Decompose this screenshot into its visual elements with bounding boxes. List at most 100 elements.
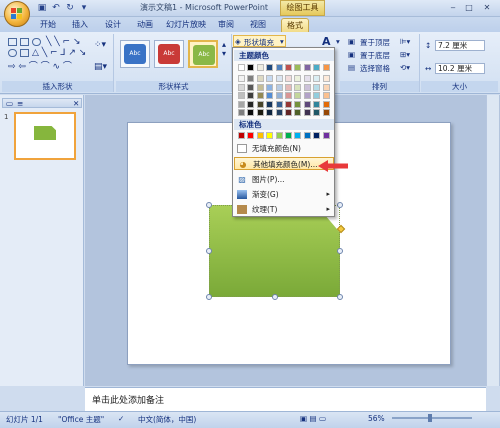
selection-pane-icon[interactable]: ▤ [348, 63, 355, 72]
theme-color-swatch[interactable] [275, 100, 283, 108]
standard-color-swatch[interactable] [322, 132, 330, 139]
standard-color-swatch[interactable] [285, 132, 292, 139]
tab-home[interactable]: 开始 [36, 18, 60, 32]
edit-shape-icon[interactable]: ⁘▾ [94, 40, 106, 50]
theme-color-swatch[interactable] [275, 83, 283, 91]
zoom-thumb[interactable] [428, 414, 432, 422]
theme-color-swatch[interactable] [256, 75, 264, 82]
resize-handle[interactable] [337, 202, 343, 208]
zoom-slider[interactable] [392, 417, 472, 419]
theme-color-swatch[interactable] [322, 109, 330, 116]
theme-color-swatch[interactable] [285, 64, 292, 71]
theme-color-swatch[interactable] [238, 75, 245, 82]
theme-color-swatch[interactable] [275, 64, 283, 71]
theme-color-swatch[interactable] [238, 109, 245, 116]
tab-review[interactable]: 审阅 [214, 18, 238, 32]
theme-color-swatch[interactable] [256, 109, 264, 116]
arrow-shapes-icon[interactable]: ⇨ ⇦ ⌒ ⌒ ∿ ⌒ [8, 59, 72, 72]
rect-shape-icon[interactable] [8, 38, 17, 46]
theme-color-swatch[interactable] [303, 92, 311, 99]
theme-color-swatch[interactable] [275, 109, 283, 116]
theme-color-swatch[interactable] [256, 100, 264, 108]
theme-color-swatch[interactable] [238, 100, 245, 108]
theme-color-swatch[interactable] [285, 100, 292, 108]
theme-color-swatch[interactable] [238, 83, 245, 91]
theme-color-swatch[interactable] [322, 75, 330, 82]
theme-color-swatch[interactable] [303, 83, 311, 91]
theme-color-swatch[interactable] [285, 109, 292, 116]
tab-animation[interactable]: 动画 [133, 18, 157, 32]
theme-color-swatch[interactable] [266, 64, 274, 71]
theme-color-swatch[interactable] [313, 92, 321, 99]
shape-fill-button[interactable]: ◈ 形状填充 ▾ [233, 35, 286, 47]
close-icon[interactable]: ✕ [480, 2, 494, 14]
resize-handle[interactable] [206, 294, 212, 300]
text-box-icon[interactable]: ▤▾ [94, 62, 107, 72]
send-back-label[interactable]: 置于底层 [360, 50, 390, 61]
theme-color-swatch[interactable] [313, 83, 321, 91]
theme-color-swatch[interactable] [247, 109, 255, 116]
tab-insert[interactable]: 插入 [68, 18, 92, 32]
theme-color-swatch[interactable] [275, 75, 283, 82]
theme-color-swatch[interactable] [256, 64, 264, 71]
zoom-level[interactable]: 56% [368, 414, 385, 423]
theme-color-swatch[interactable] [266, 83, 274, 91]
theme-color-swatch[interactable] [266, 92, 274, 99]
shape-style-green[interactable]: Abc [188, 40, 218, 68]
standard-color-swatch[interactable] [275, 132, 283, 139]
rect-shape-icon[interactable] [20, 38, 29, 46]
outline-tab-icon[interactable]: ≡ [17, 99, 23, 108]
shape-style-blue[interactable]: Abc [120, 40, 150, 68]
minimize-icon[interactable]: ‒ [446, 2, 460, 14]
standard-color-swatch[interactable] [247, 132, 255, 139]
menu-texture[interactable]: 纹理(T) ▸ [234, 203, 334, 216]
theme-color-swatch[interactable] [285, 83, 292, 91]
standard-color-swatch[interactable] [303, 132, 311, 139]
triangle-shape-icon[interactable]: △ ╲ ⌐ ⅃ ↗ ↘ [32, 48, 86, 58]
theme-color-swatch[interactable] [322, 92, 330, 99]
resize-handle[interactable] [206, 202, 212, 208]
theme-color-swatch[interactable] [275, 92, 283, 99]
menu-no-fill[interactable]: 无填充颜色(N) [234, 142, 334, 155]
office-button[interactable] [4, 1, 30, 27]
standard-color-swatch[interactable] [238, 132, 245, 139]
standard-color-swatch[interactable] [294, 132, 302, 139]
rotate-icon[interactable]: ⟲▾ [400, 63, 410, 72]
width-input[interactable]: 10.2 厘米 [435, 63, 485, 74]
theme-color-swatch[interactable] [303, 64, 311, 71]
pane-tabs[interactable]: ▭ ≡ ✕ [2, 98, 82, 108]
theme-color-swatch[interactable] [285, 75, 292, 82]
bring-front-icon[interactable]: ▣ [348, 37, 355, 46]
spell-check-icon[interactable]: ✓ [118, 414, 124, 423]
theme-color-swatch[interactable] [285, 92, 292, 99]
theme-color-swatch[interactable] [303, 109, 311, 116]
theme-color-swatch[interactable] [294, 83, 302, 91]
line-shape-icon[interactable]: ╲ ╲ ⌐ ↘ [46, 37, 81, 47]
theme-color-swatch[interactable] [266, 75, 274, 82]
theme-color-swatch[interactable] [294, 100, 302, 108]
close-pane-icon[interactable]: ✕ [73, 99, 79, 108]
resize-handle[interactable] [272, 294, 278, 300]
notes-placeholder[interactable]: 单击此处添加备注 [92, 393, 164, 406]
theme-color-swatch[interactable] [313, 64, 321, 71]
theme-color-swatch[interactable] [238, 64, 245, 71]
redo-icon[interactable]: ↻ [64, 2, 76, 14]
theme-color-swatch[interactable] [247, 92, 255, 99]
undo-icon[interactable]: ↶ [50, 2, 62, 14]
resize-handle[interactable] [206, 248, 212, 254]
rounded-rect-icon[interactable] [32, 38, 41, 46]
theme-color-swatch[interactable] [322, 64, 330, 71]
theme-color-swatch[interactable] [266, 109, 274, 116]
menu-gradient[interactable]: 渐变(G) ▸ [234, 188, 334, 201]
theme-color-swatch[interactable] [247, 64, 255, 71]
send-back-icon[interactable]: ▣ [348, 50, 355, 59]
theme-color-swatch[interactable] [238, 92, 245, 99]
theme-color-swatch[interactable] [247, 75, 255, 82]
theme-color-swatch[interactable] [266, 100, 274, 108]
resize-handle[interactable] [337, 248, 343, 254]
theme-color-swatch[interactable] [256, 92, 264, 99]
theme-color-swatch[interactable] [322, 100, 330, 108]
styles-scroll-icon[interactable]: ▴ ▾ [222, 40, 226, 58]
theme-color-swatch[interactable] [256, 83, 264, 91]
theme-color-swatch[interactable] [247, 83, 255, 91]
